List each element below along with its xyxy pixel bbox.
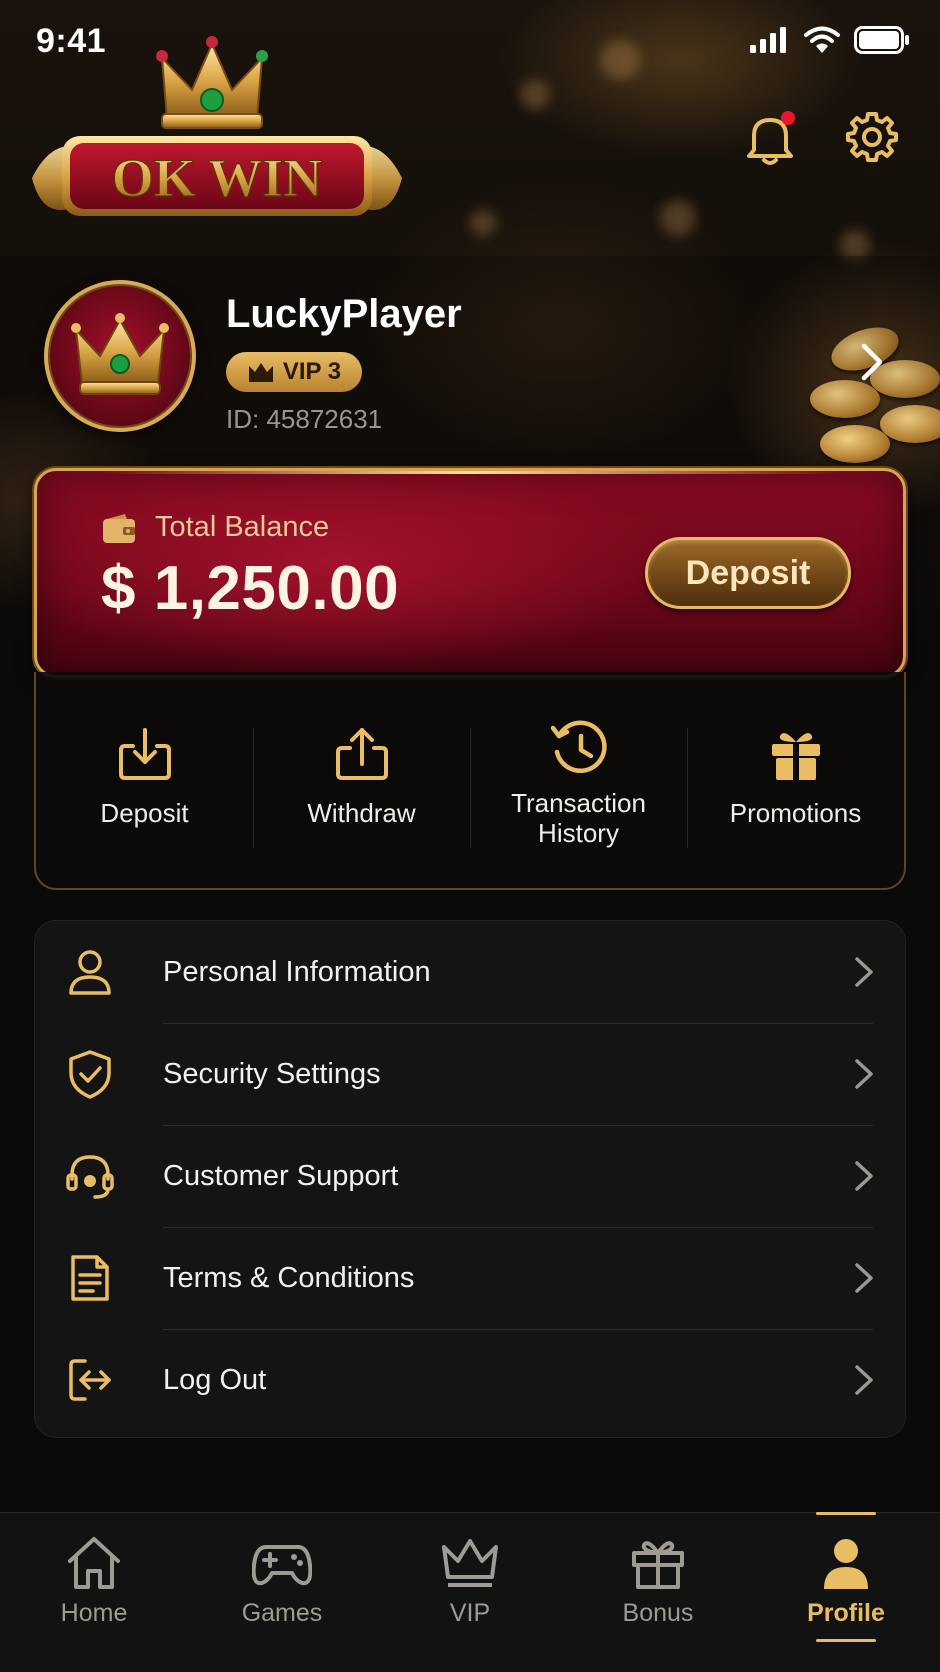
bokeh-light: [470, 210, 496, 236]
wallet-icon: [103, 514, 135, 543]
crown-icon: [442, 1539, 498, 1587]
quick-action-label: Promotions: [729, 798, 862, 828]
gift-icon: [632, 1541, 684, 1589]
avatar[interactable]: [44, 280, 196, 432]
menu-item-log-out[interactable]: Log Out: [35, 1329, 905, 1431]
menu-item-label: Customer Support: [163, 1159, 399, 1192]
notification-dot: [781, 111, 795, 125]
nav-profile[interactable]: Profile: [752, 1512, 940, 1672]
status-icons: [750, 26, 910, 54]
nav-bonus[interactable]: Bonus: [564, 1513, 752, 1672]
balance-label: Total Balance: [155, 511, 330, 543]
nav-label: Profile: [807, 1599, 885, 1627]
chevron-right-icon: [855, 1059, 873, 1089]
bottom-nav: Home Games VIP Bonus Profile: [0, 1512, 940, 1672]
menu-item-label: Log Out: [163, 1363, 267, 1396]
deposit-button[interactable]: Deposit: [645, 537, 851, 609]
chevron-right-icon: [855, 957, 873, 987]
menu-item-personal-information[interactable]: Personal Information: [35, 921, 905, 1023]
quick-action-label: Transaction History: [511, 788, 646, 848]
document-icon: [71, 1255, 109, 1301]
menu-item-customer-support[interactable]: Customer Support: [35, 1125, 905, 1227]
wifi-icon: [804, 26, 840, 53]
player-id: ID: 45872631: [226, 404, 383, 434]
logout-icon: [69, 1359, 111, 1401]
bokeh-light: [660, 200, 696, 236]
history-icon: [550, 720, 607, 774]
quick-action-promotions[interactable]: Promotions: [687, 672, 904, 888]
quick-action-deposit[interactable]: Deposit: [36, 672, 253, 888]
bell-icon[interactable]: [744, 110, 796, 166]
headset-icon: [66, 1155, 114, 1199]
nav-games[interactable]: Games: [188, 1513, 376, 1672]
crown-icon: [248, 363, 273, 382]
quick-actions: Deposit Withdraw Transaction History Pro…: [34, 672, 906, 890]
vip-level: VIP 3: [282, 358, 342, 385]
gamepad-icon: [252, 1545, 312, 1586]
cellular-signal-icon: [750, 27, 786, 53]
logo-text: OK WIN: [112, 148, 323, 208]
crown-avatar-icon: [71, 313, 169, 395]
nav-home[interactable]: Home: [0, 1513, 188, 1672]
nav-label: Bonus: [622, 1599, 694, 1627]
chevron-right-icon: [855, 1161, 873, 1191]
quick-action-label: Deposit: [100, 798, 189, 828]
gift-icon: [771, 733, 820, 780]
menu-item-label: Personal Information: [163, 955, 431, 988]
chevron-right-icon: [855, 1263, 873, 1293]
menu-item-terms-conditions[interactable]: Terms & Conditions: [35, 1227, 905, 1329]
chevron-right-icon[interactable]: [858, 342, 886, 382]
withdraw-icon: [335, 728, 388, 780]
nav-label: VIP: [449, 1599, 491, 1627]
quick-action-label: Withdraw: [307, 798, 416, 828]
balance-amount: $ 1,250.00: [101, 554, 400, 623]
profile-section[interactable]: LuckyPlayer VIP 3 ID: 45872631: [0, 256, 940, 456]
ornament-corner: [37, 471, 79, 513]
nav-label: Home: [60, 1599, 128, 1627]
vip-badge[interactable]: VIP 3: [226, 352, 362, 392]
ornament-corner: [861, 471, 903, 513]
menu-item-label: Security Settings: [163, 1057, 381, 1090]
user-icon: [824, 1539, 868, 1589]
battery-icon: [854, 26, 909, 54]
username: LuckyPlayer: [226, 292, 462, 336]
nav-label: Games: [241, 1599, 323, 1627]
quick-action-history[interactable]: Transaction History: [470, 672, 687, 888]
chevron-right-icon: [855, 1365, 873, 1395]
nav-vip[interactable]: VIP: [376, 1513, 564, 1672]
deposit-icon: [118, 728, 171, 780]
menu-item-label: Terms & Conditions: [163, 1261, 415, 1294]
settings-menu: Personal Information Security Settings C…: [34, 920, 906, 1438]
menu-item-security-settings[interactable]: Security Settings: [35, 1023, 905, 1125]
home-icon: [68, 1537, 120, 1589]
gear-icon[interactable]: [846, 110, 898, 162]
quick-action-withdraw[interactable]: Withdraw: [253, 672, 470, 888]
balance-card: Total Balance $ 1,250.00 Deposit: [34, 468, 906, 678]
okwin-logo[interactable]: OK WIN: [22, 28, 422, 238]
shield-check-icon: [69, 1050, 111, 1099]
user-icon: [69, 950, 111, 995]
